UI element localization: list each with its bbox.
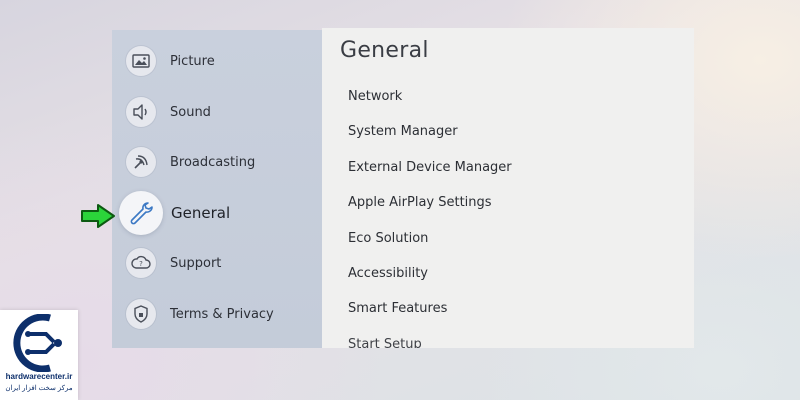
menu-item-system-manager[interactable]: System Manager (348, 121, 512, 156)
menu-item-eco-solution[interactable]: Eco Solution (348, 228, 512, 263)
support-icon: ? (126, 248, 156, 278)
watermark-tagline: مرکز سخت افزار ایران (5, 385, 73, 392)
sidebar-item-label: General (171, 204, 231, 222)
menu-item-smart-features[interactable]: Smart Features (348, 298, 512, 333)
sidebar-item-label: Broadcasting (170, 154, 256, 170)
menu-item-apple-airplay-settings[interactable]: Apple AirPlay Settings (348, 192, 512, 227)
sidebar-item-label: Support (170, 255, 222, 271)
watermark-logo: hardwarecenter.ir مرکز سخت افزار ایران (0, 310, 78, 400)
sidebar-item-support[interactable]: ? Support (126, 246, 221, 280)
sidebar-item-broadcasting[interactable]: Broadcasting (126, 145, 255, 179)
sidebar-item-label: Terms & Privacy (170, 306, 274, 322)
sidebar-item-sound[interactable]: Sound (126, 95, 211, 129)
menu-item-accessibility[interactable]: Accessibility (348, 263, 512, 298)
svg-text:?: ? (139, 260, 143, 268)
wrench-icon (119, 191, 163, 235)
sidebar-item-label: Picture (170, 53, 215, 69)
pointer-arrow-icon (81, 204, 115, 228)
menu-item-external-device-manager[interactable]: External Device Manager (348, 157, 512, 192)
page-title: General (340, 38, 429, 63)
general-settings-panel: General Network System Manager External … (322, 28, 694, 348)
broadcasting-icon (126, 147, 156, 177)
sound-icon (126, 97, 156, 127)
picture-icon (126, 46, 156, 76)
menu-item-start-setup[interactable]: Start Setup (348, 334, 512, 348)
sidebar-item-picture[interactable]: Picture (126, 44, 215, 78)
sidebar-item-general[interactable]: General (119, 191, 231, 235)
sidebar-item-label: Sound (170, 104, 211, 120)
watermark-site: hardwarecenter.ir (5, 372, 73, 381)
menu-item-network[interactable]: Network (348, 86, 512, 121)
shield-icon (126, 299, 156, 329)
logo-circuit-icon (13, 314, 62, 372)
sidebar-item-terms-privacy[interactable]: Terms & Privacy (126, 297, 274, 331)
general-menu-list: Network System Manager External Device M… (348, 86, 512, 348)
